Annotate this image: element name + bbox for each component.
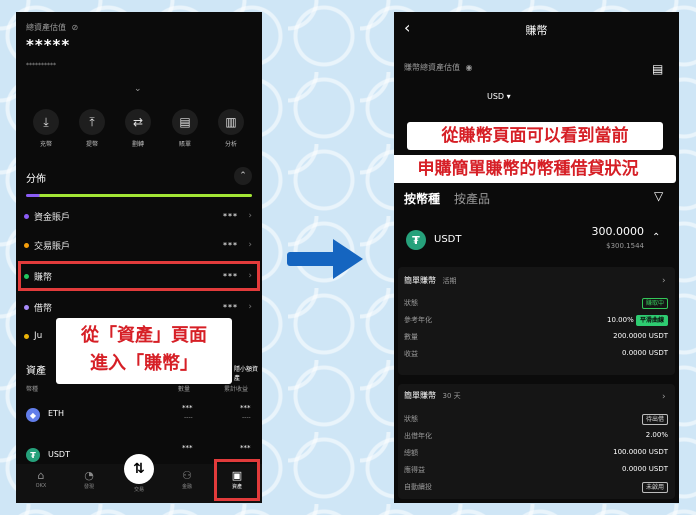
chevron-right-icon: › <box>662 392 666 402</box>
chevron-right-icon: › <box>248 211 252 221</box>
usdt-icon: ₮ <box>26 448 40 462</box>
col-amount: 數量 <box>178 386 191 393</box>
nav-discover[interactable]: ◔ 發現 <box>74 469 104 490</box>
account-row-trading[interactable]: 交易賬戶 *** › <box>24 237 254 253</box>
chevron-right-icon: › <box>248 302 252 312</box>
flexible-title: 簡單賺幣 活期 <box>404 276 457 285</box>
filter-icon[interactable]: ▽ <box>654 189 663 203</box>
total-assets-sub: ********** <box>26 62 56 69</box>
caret-down-icon: ▾ <box>506 92 511 101</box>
coin-fiat: $300.1544 <box>606 242 644 250</box>
transfer-icon: ⇄ <box>125 109 151 135</box>
headline-line-2: 申購簡單賺幣的幣種借貸狀況 <box>394 155 676 183</box>
eth-icon: ◆ <box>26 408 40 422</box>
total-assets-value: ***** <box>26 36 71 54</box>
coin-name: USDT <box>434 234 462 245</box>
collapse-chevron-icon[interactable]: ⌃ <box>652 232 660 243</box>
deposit-icon: ⤓ <box>33 109 59 135</box>
highlight-earn-row <box>18 261 260 291</box>
annotation-label: 從「資產」頁面 進入「賺幣」 <box>56 318 232 384</box>
flexible-row-amount: 數量 200.0000 USDT <box>404 332 668 341</box>
account-dot <box>24 242 29 248</box>
currency-select[interactable]: USD ▾ <box>487 92 511 101</box>
fixed-row-total: 總額 100.0000 USDT <box>404 448 668 457</box>
earn-total-label: 賺幣總資產估值 ◉ <box>404 63 473 72</box>
fixed-title: 簡單賺幣 30 天 <box>404 391 461 400</box>
flexible-row-status: 狀態 賺取中 <box>404 298 668 310</box>
nav-trade-label: 交易 <box>133 487 144 493</box>
account-dot <box>24 304 29 310</box>
earn-screen: ‹ 賺幣 賺幣總資產估值 ◉ ▤ USD ▾ 從賺幣頁面可以看到當前 申購簡單賺… <box>394 12 679 503</box>
flexible-row-apr: 參考年化 10.00% 平滑曲線 <box>404 315 668 327</box>
headline-line-1: 從賺幣頁面可以看到當前 <box>407 122 663 150</box>
analytics-icon: ▥ <box>218 109 244 135</box>
action-label: 劃轉 <box>131 141 144 148</box>
distribution-title: 分佈 <box>26 174 46 185</box>
page-title: 賺幣 <box>525 24 548 37</box>
expand-chevron-icon[interactable]: ⌄ <box>134 84 142 94</box>
eye-icon[interactable]: ◉ <box>466 63 473 72</box>
fixed-row-expected: 應得益 0.0000 USDT <box>404 465 668 474</box>
chevron-right-icon: › <box>662 276 666 286</box>
smooth-curve-badge: 平滑曲線 <box>635 315 668 326</box>
bill-icon: ▤ <box>172 109 198 135</box>
account-row-funding[interactable]: 資金賬戶 *** › <box>24 208 254 224</box>
action-label: 分析 <box>224 141 237 148</box>
arrow-right-icon <box>287 239 363 279</box>
account-dot <box>24 333 29 339</box>
withdraw-icon: ⤒ <box>79 109 105 135</box>
tab-by-product[interactable]: 按產品 <box>454 190 490 207</box>
usdt-icon: ₮ <box>406 230 426 250</box>
discover-icon: ◔ <box>84 469 94 482</box>
small-assets-link[interactable]: 隱小額資產 <box>234 364 262 382</box>
status-badge: 賺取中 <box>641 298 668 309</box>
fixed-row-status: 狀態 待出借 <box>404 414 668 426</box>
account-dot <box>24 213 29 219</box>
col-coin: 幣種 <box>26 386 39 393</box>
flexible-row-earnings: 收益 0.0000 USDT <box>404 349 668 358</box>
total-assets-label: 總資產估值 ⊘ <box>26 23 79 32</box>
tab-by-coin[interactable]: 按幣種 <box>404 190 440 207</box>
home-icon: ⌂ <box>37 469 45 482</box>
fixed-row-auto-renew: 自動續投 未啟用 <box>404 482 668 494</box>
assets-screen: 總資產估值 ⊘ ***** ********** ⌄ ⤓ 充幣 ⤒ 提幣 ⇄ 劃… <box>16 12 262 503</box>
collapse-chevron-icon[interactable]: ⌃ <box>234 167 252 185</box>
auto-renew-badge: 未啟用 <box>641 482 668 493</box>
finance-icon: ⚇ <box>182 469 192 482</box>
chevron-right-icon: › <box>248 240 252 250</box>
distribution-bar <box>26 194 252 197</box>
action-label: 賬單 <box>178 141 191 148</box>
trade-icon: ⇅ <box>133 461 145 477</box>
status-badge: 待出借 <box>641 414 668 425</box>
nav-finance[interactable]: ⚇ 金融 <box>172 469 202 490</box>
account-row-loan[interactable]: 借幣 *** › <box>24 299 254 315</box>
fixed-row-apr: 出借年化 2.00% <box>404 431 668 440</box>
highlight-assets-tab <box>214 459 260 501</box>
action-label: 提幣 <box>85 141 98 148</box>
clipboard-icon[interactable]: ▤ <box>652 62 663 76</box>
action-label: 充幣 <box>39 141 52 148</box>
eye-off-icon[interactable]: ⊘ <box>72 23 79 32</box>
col-pnl: 累計收益 <box>224 386 249 393</box>
coin-amount: 300.0000 <box>591 225 645 238</box>
trade-button[interactable]: ⇅ <box>124 454 154 484</box>
nav-home[interactable]: ⌂ OKX <box>26 469 56 489</box>
assets-title: 資產 <box>26 366 46 377</box>
